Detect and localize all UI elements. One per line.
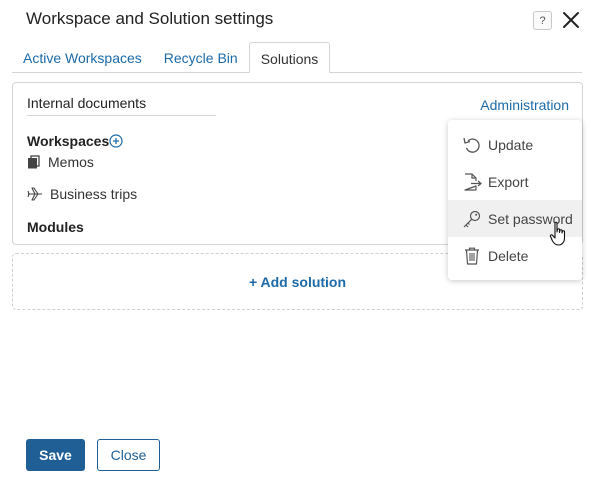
menu-item-export[interactable]: Export — [448, 163, 582, 200]
key-icon — [463, 210, 481, 227]
menu-item-label: Export — [488, 173, 529, 190]
workspace-label: Business trips — [50, 186, 138, 202]
modules-label: Modules — [27, 219, 84, 235]
airplane-icon — [27, 187, 42, 201]
hand-cursor-icon — [549, 221, 566, 246]
tab-active-workspaces[interactable]: Active Workspaces — [12, 42, 153, 73]
help-icon[interactable]: ? — [533, 11, 552, 30]
workspaces-label: Workspaces — [27, 133, 110, 149]
dialog-title: Workspace and Solution settings — [26, 9, 274, 28]
administration-menu: Update Export Set password Delete — [448, 120, 582, 280]
trash-icon — [465, 247, 479, 265]
menu-item-label: Delete — [488, 247, 529, 264]
tab-solutions[interactable]: Solutions — [248, 42, 331, 73]
menu-item-update[interactable]: Update — [448, 126, 582, 163]
workspace-item-memos[interactable]: Memos — [27, 154, 94, 170]
add-workspace-icon[interactable] — [109, 134, 123, 148]
close-button[interactable]: Close — [97, 439, 160, 471]
close-icon[interactable] — [561, 10, 581, 30]
documents-icon — [28, 155, 40, 169]
workspace-label: Memos — [48, 154, 94, 170]
tab-bar: Active Workspaces Recycle Bin Solutions — [12, 42, 331, 73]
solution-name-field[interactable]: Internal documents — [27, 95, 216, 116]
tab-recycle-bin[interactable]: Recycle Bin — [153, 42, 249, 73]
menu-item-label: Update — [488, 136, 534, 153]
save-button[interactable]: Save — [26, 439, 85, 471]
undo-icon — [463, 137, 480, 153]
export-icon — [464, 172, 482, 191]
administration-link[interactable]: Administration — [480, 97, 569, 113]
workspace-item-business-trips[interactable]: Business trips — [27, 186, 137, 202]
